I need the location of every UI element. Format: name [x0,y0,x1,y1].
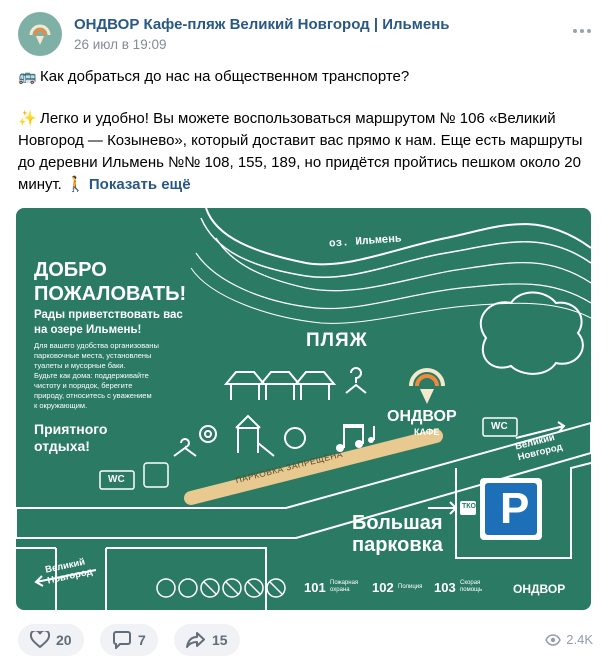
more-options-icon[interactable] [573,28,591,34]
like-button[interactable]: 20 [18,624,84,656]
welcome-subtitle: Рады приветствовать вас на озере Ильмень… [34,308,183,338]
big-parking-line1: Большая [352,512,443,534]
comments-count: 7 [138,632,146,648]
phone-fire-number: 101 [304,580,326,595]
info-line3: туалеты и мусорные баки. [34,361,126,370]
rest-line1: Приятного [34,421,108,437]
avatar[interactable] [18,12,62,56]
comment-button[interactable]: 7 [100,624,158,656]
big-parking-label: Большая парковка [352,512,443,556]
views-counter: 2.4K [545,632,593,647]
welcome-line1: ДОБРО [34,259,107,281]
comment-icon [113,631,131,649]
heart-icon [30,631,50,649]
post-date[interactable]: 26 июл в 19:09 [74,37,166,52]
share-icon [186,632,205,648]
cafe-brand: ОНДВОР [387,408,457,425]
walk-icon: 🚶 [66,176,85,193]
bus-icon: 🚌 [18,68,37,85]
phone-fire-label: Пожарная охрана [330,580,358,594]
big-parking-line2: парковка [352,534,443,556]
sparkles-icon: ✨ [18,110,37,127]
shares-count: 15 [212,632,228,648]
poster-image[interactable]: оз. Ильмень ДОБРО ПОЖАЛОВАТЬ! Рады приве… [16,208,591,610]
phone-fire-label2: охрана [330,587,350,593]
welcome-title: ДОБРО ПОЖАЛОВАТЬ! [34,258,186,306]
wc-label-right: WC [491,421,508,432]
info-line2: парковочные места, установлены [34,351,152,360]
share-button[interactable]: 15 [174,624,240,656]
phone-fire-label1: Пожарная [330,580,359,586]
rest-line2: отдыха! [34,438,90,454]
phone-fire: 101 [304,580,326,595]
info-line5: чистоту и порядок, берегите [34,381,133,390]
enjoy-rest: Приятного отдыха! [34,421,107,455]
post-question: Как добраться до нас на общественном тра… [40,68,410,85]
info-line1: Для вашего удобства организованы [34,341,159,350]
post-text-body: ✨ Легко и удобно! Вы можете воспользовать… [18,108,593,196]
phone-ambulance-label2: помощь [460,587,483,593]
info-line4: Будьте как дома: поддерживайте [34,371,149,380]
post-card: ОНДВОР Кафе-пляж Великий Новгород | Ильм… [0,0,611,672]
post-actions: 20 7 15 2.4K [18,624,593,656]
phone-police-label: Полиция [398,584,423,590]
eye-icon [545,633,562,646]
glad-line2: на озере Ильмень! [34,324,142,336]
phone-ambulance-number: 103 [434,580,456,595]
author-name[interactable]: ОНДВОР Кафе-пляж Великий Новгород | Ильм… [74,16,449,33]
welcome-line2: ПОЖАЛОВАТЬ! [34,283,187,305]
phone-police-number: 102 [372,580,394,595]
views-count: 2.4K [566,632,593,647]
show-more-link[interactable]: Показать ещё [89,176,191,193]
info-line7: к окружающим. [34,401,88,410]
footer-brand: ОНДВОР [513,582,566,596]
beach-label: ПЛЯЖ [306,330,368,351]
wc-label-left: WC [108,474,125,485]
cafe-logo-icon [409,368,445,404]
tko-label: ТКО [462,503,476,510]
info-line6: природу, относитесь с уважением [34,391,152,400]
post-text-line1: 🚌 Как добраться до нас на общественном тр… [18,66,593,88]
phone-ambulance-label: Скорая помощь [460,580,482,594]
welcome-info: Для вашего удобства организованы парково… [34,341,159,411]
likes-count: 20 [56,632,72,648]
phone-ambulance-label1: Скорая [460,580,481,586]
cafe-label: КАФЕ [414,427,440,437]
glad-line1: Рады приветствовать вас [34,309,183,321]
parking-sign-icon: P [500,484,530,533]
logo-icon [29,24,51,45]
